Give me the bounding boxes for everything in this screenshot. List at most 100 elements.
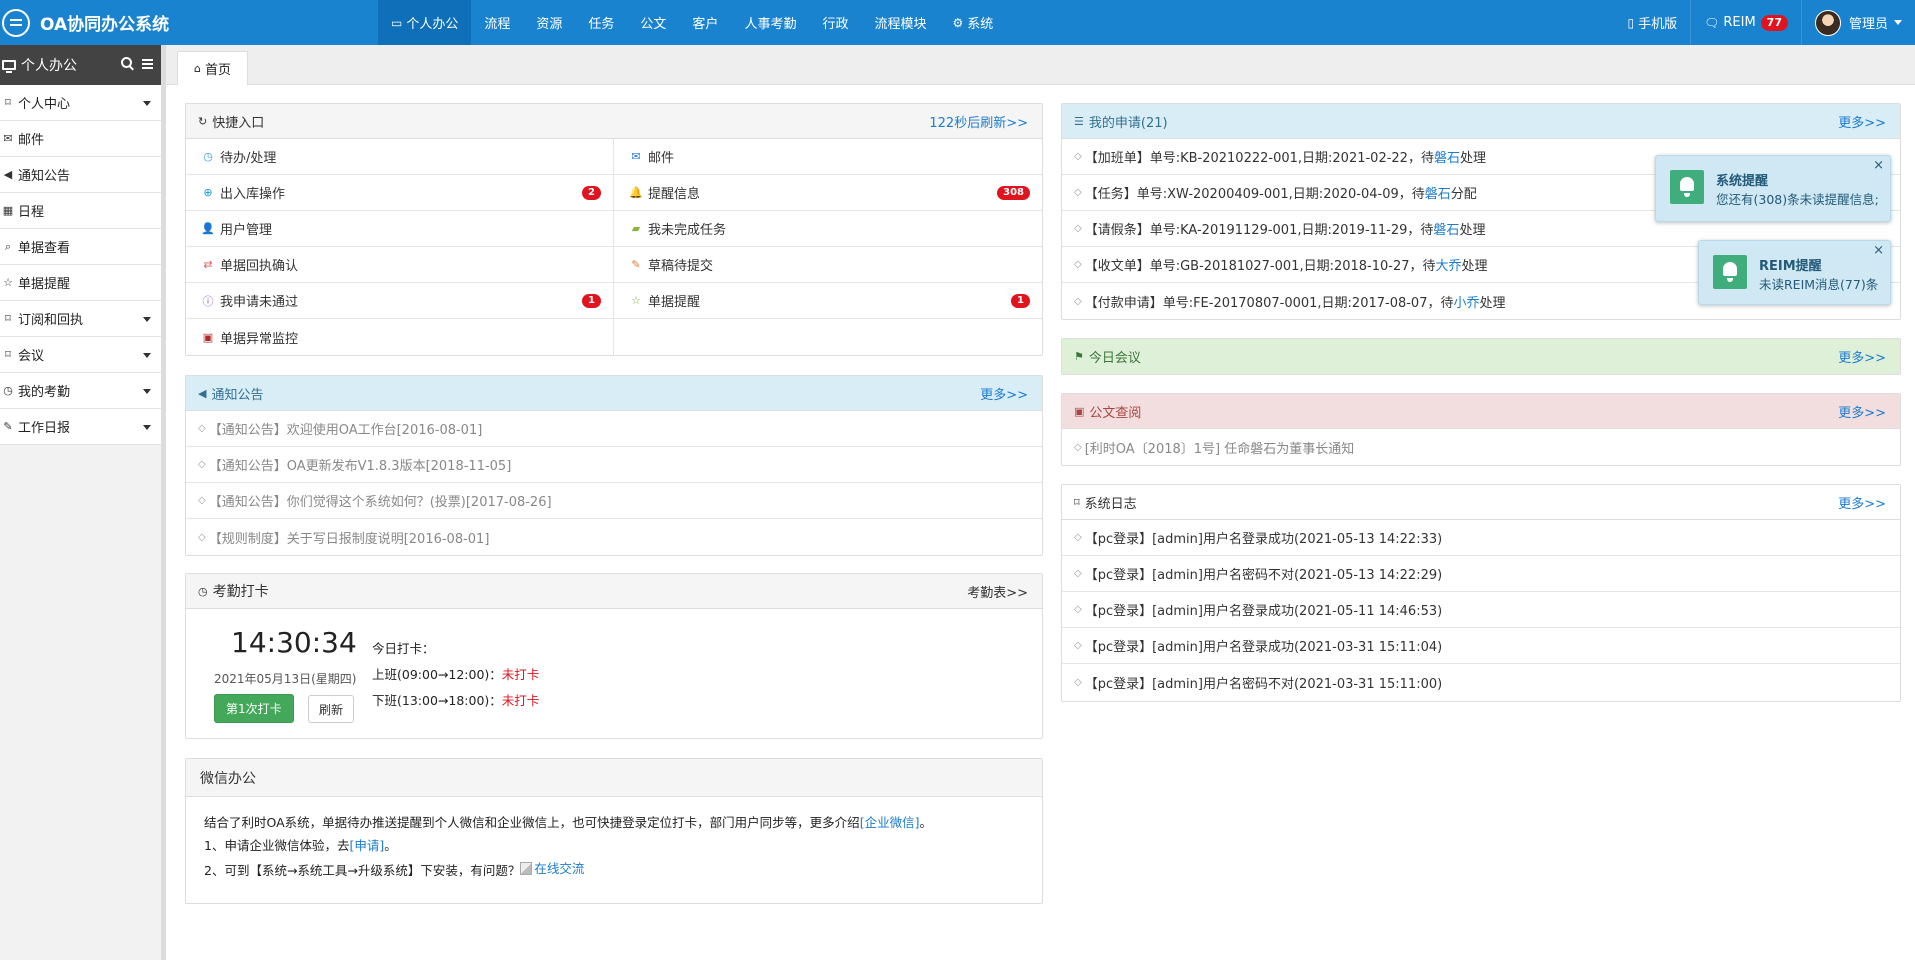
sidebar-tools xyxy=(121,57,153,68)
volume-icon: ◀ xyxy=(3,168,13,181)
quick-receipt-confirm[interactable]: ⇄ 单据回执确认 xyxy=(186,247,614,283)
sidebar-item-personal-center[interactable]: ⌑ 个人中心 xyxy=(0,85,161,121)
docs-header: ▣ 公文查阅 更多>> xyxy=(1062,394,1900,429)
close-icon[interactable]: × xyxy=(1873,158,1884,173)
nav-system[interactable]: ⚙ 系统 xyxy=(939,0,1006,45)
today-label: 今日打卡： xyxy=(372,641,435,656)
app-title: OA协同办公系统 xyxy=(40,15,170,35)
am-status: 未打卡 xyxy=(501,667,540,682)
search-icon: ⌕ xyxy=(4,239,12,253)
assignee-link[interactable]: 小乔 xyxy=(1453,292,1479,311)
nav-customers[interactable]: 客户 xyxy=(679,0,731,45)
list-item[interactable]: ◇ 【pc登录】[admin]用户名密码不对(2021-05-13 14:22:2… xyxy=(1062,556,1900,592)
list-item[interactable]: ◇ 【pc登录】[admin]用户名登录成功(2021-03-31 15:11:0… xyxy=(1062,628,1900,664)
list-item[interactable]: ◇ 【pc登录】[admin]用户名登录成功(2021-05-11 14:46:5… xyxy=(1062,592,1900,628)
reim-reminder-toast[interactable]: REIM提醒 未读REIM消息(77)条 × xyxy=(1698,240,1891,305)
sidebar-item-doc-view[interactable]: ⌕ 单据查看 xyxy=(0,229,161,265)
pm-status: 未打卡 xyxy=(501,693,540,708)
attendance-panel: ◷ 考勤打卡 考勤表>> 14:30:34 2021年05月13日(星期四) 第… xyxy=(185,573,1043,739)
sidebar-item-doc-reminder[interactable]: ☆ 单据提醒 xyxy=(0,265,161,301)
list-item[interactable]: ◇ 【pc登录】[admin]用户名密码不对(2021-03-31 15:11:0… xyxy=(1062,664,1900,700)
docs-more-link[interactable]: 更多>> xyxy=(1838,402,1886,421)
list-item[interactable]: ◇ 【通知公告】OA更新发布V1.8.3版本[2018-11-05] xyxy=(186,447,1042,483)
caret-down-icon xyxy=(143,389,151,394)
list-item[interactable]: ◇ 【pc登录】[admin]用户名登录成功(2021-05-13 14:22:3… xyxy=(1062,520,1900,556)
sidebar-item-subscription[interactable]: ⌑ 订阅和回执 xyxy=(0,301,161,337)
punch-button[interactable]: 第1次打卡 xyxy=(214,694,294,723)
mobile-link[interactable]: ▯ 手机版 xyxy=(1615,0,1691,45)
edit-icon: ✎ xyxy=(631,258,641,271)
meeting-header: ⚑ 今日会议 更多>> xyxy=(1062,339,1900,374)
bullet-icon: ◇ xyxy=(1074,604,1082,615)
notice-more-link[interactable]: 更多>> xyxy=(980,384,1028,403)
nav-documents[interactable]: 公文 xyxy=(627,0,679,45)
sidebar-item-my-attendance[interactable]: ◷ 我的考勤 xyxy=(0,373,161,409)
bookmark-icon: ⌑ xyxy=(5,96,11,109)
refresh-icon: ↻ xyxy=(198,114,208,128)
quick-mail[interactable]: ✉ 邮件 xyxy=(614,139,1042,175)
list-item[interactable]: ◇ 【规则制度】关于写日报制度说明[2016-08-01] xyxy=(186,519,1042,555)
nav-tasks[interactable]: 任务 xyxy=(575,0,627,45)
apply-link[interactable]: [申请] xyxy=(349,838,384,853)
quick-reminders[interactable]: 🔔 提醒信息 308 xyxy=(614,175,1042,211)
bullet-icon: ◇ xyxy=(1074,676,1082,688)
assignee-link[interactable]: 磐石 xyxy=(1434,147,1460,166)
quick-todo[interactable]: ◷ 待办/处理 xyxy=(186,139,614,175)
gear-icon: ⚙ xyxy=(952,15,964,30)
attendance-header: ◷ 考勤打卡 考勤表>> xyxy=(186,574,1042,609)
nav-workflow[interactable]: 流程 xyxy=(471,0,523,45)
caret-down-icon xyxy=(143,425,151,430)
user-icon: 👤 xyxy=(201,222,215,235)
enterprise-wechat-link[interactable]: [企业微信] xyxy=(860,815,920,830)
attendance-sheet-link[interactable]: 考勤表>> xyxy=(967,582,1028,601)
clock-time: 14:30:34 xyxy=(231,626,357,659)
system-log-more-link[interactable]: 更多>> xyxy=(1838,493,1886,512)
quick-unfinished-tasks[interactable]: ▰ 我未完成任务 xyxy=(614,211,1042,247)
refresh-button[interactable]: 刷新 xyxy=(308,695,355,723)
system-reminder-toast[interactable]: 系统提醒 您还有(308)条未读提醒信息; × xyxy=(1655,155,1891,222)
assignee-link[interactable]: 磐石 xyxy=(1425,183,1451,202)
tab-bar: ⌂ 首页 xyxy=(166,45,1915,85)
sidebar-item-notices[interactable]: ◀ 通知公告 xyxy=(0,157,161,193)
quick-drafts[interactable]: ✎ 草稿待提交 xyxy=(614,247,1042,283)
comments-icon: 🗨 xyxy=(1704,15,1720,30)
search-icon[interactable] xyxy=(121,57,132,68)
sidebar-splitter[interactable] xyxy=(162,45,166,960)
assignee-link[interactable]: 大乔 xyxy=(1436,255,1462,274)
menu-bars-icon[interactable] xyxy=(142,59,153,61)
refresh-countdown-link[interactable]: 122秒后刷新>> xyxy=(929,112,1028,131)
notice-panel: ◀ 通知公告 更多>> ◇ 【通知公告】欢迎使用OA工作台[2016-08-01]… xyxy=(185,375,1043,556)
briefcase-icon: ▣ xyxy=(1074,404,1085,418)
top-right-tools: ▯ 手机版 🗨 REIM 77 管理员 xyxy=(1615,0,1915,45)
close-icon[interactable]: × xyxy=(1873,243,1884,258)
quick-inventory[interactable]: ⊕ 出入库操作 2 xyxy=(186,175,614,211)
nav-hr-attendance[interactable]: 人事考勤 xyxy=(731,0,809,45)
list-icon: ☰ xyxy=(1074,114,1084,128)
meeting-more-link[interactable]: 更多>> xyxy=(1838,347,1886,366)
assignee-link[interactable]: 磐石 xyxy=(1433,219,1459,238)
quick-user-management[interactable]: 👤 用户管理 xyxy=(186,211,614,247)
nav-administration[interactable]: 行政 xyxy=(809,0,861,45)
quick-doc-reminder[interactable]: ☆ 单据提醒 1 xyxy=(614,283,1042,319)
my-applications-header: ☰ 我的申请(21) 更多>> xyxy=(1062,104,1900,139)
wechat-line-2: 1、申请企业微信体验，去[申请]。 xyxy=(204,838,397,853)
list-item[interactable]: ◇ [利时OA〔2018〕1号] 任命磐石为董事长通知 xyxy=(1062,429,1900,465)
quick-anomaly-monitor[interactable]: ▣ 单据异常监控 xyxy=(186,319,614,355)
quick-rejected[interactable]: ⓘ 我申请未通过 1 xyxy=(186,283,614,319)
sidebar-item-meeting[interactable]: ⌑ 会议 xyxy=(0,337,161,373)
sidebar-item-mail[interactable]: ✉ 邮件 xyxy=(0,121,161,157)
list-item[interactable]: ◇ 【通知公告】你们觉得这个系统如何？(投票)[2017-08-26] xyxy=(186,483,1042,519)
brand[interactable]: OA协同办公系统 xyxy=(0,0,169,45)
nav-resources[interactable]: 资源 xyxy=(523,0,575,45)
my-applications-more-link[interactable]: 更多>> xyxy=(1838,112,1886,131)
nav-workflow-modules[interactable]: 流程模块 xyxy=(861,0,939,45)
sidebar-item-daily-report[interactable]: ✎ 工作日报 xyxy=(0,409,161,445)
sidebar-item-schedule[interactable]: ▦ 日程 xyxy=(0,193,161,229)
reim-link[interactable]: 🗨 REIM 77 xyxy=(1690,0,1801,45)
caret-down-icon xyxy=(143,353,151,358)
user-menu[interactable]: 管理员 xyxy=(1800,0,1915,45)
online-chat-link[interactable]: 在线交流 xyxy=(520,857,584,880)
tab-home[interactable]: ⌂ 首页 xyxy=(177,51,248,85)
nav-personal-office[interactable]: ▭ 个人办公 xyxy=(378,0,472,45)
list-item[interactable]: ◇ 【通知公告】欢迎使用OA工作台[2016-08-01] xyxy=(186,411,1042,447)
